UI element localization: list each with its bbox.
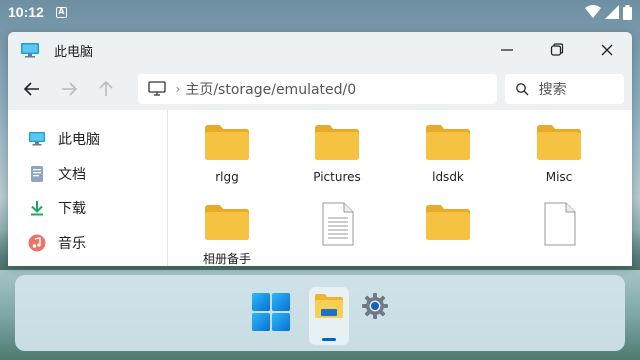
close-button[interactable] [582,32,632,68]
folder-icon [426,125,470,160]
download-icon [31,201,43,216]
file-name: Misc [545,170,573,184]
minimize-button[interactable] [482,32,532,68]
music-icon [28,234,46,252]
monitor-icon [29,132,45,146]
computer-icon [147,81,166,96]
arrow-right-icon [61,82,77,96]
start-button[interactable] [251,287,291,345]
back-button[interactable] [16,73,47,105]
file-grid: rlgg Pictures ldsdk Misc 相册备手 [168,110,632,266]
sidebar: 此电脑 文档 下载 音乐 [8,110,168,266]
sidebar-item-music[interactable]: 音乐 [8,226,167,261]
folder-icon [205,125,249,160]
document-icon [31,165,43,182]
file-name: rlgg [215,170,239,184]
file-item[interactable] [292,202,382,254]
file-item[interactable] [514,202,604,254]
search-placeholder: 搜索 [538,82,567,98]
sidebar-item-label: 下载 [58,201,86,218]
search-input[interactable]: 搜索 [504,74,624,104]
sidebar-item-downloads[interactable]: 下载 [8,191,167,226]
sidebar-item-label: 此电脑 [58,132,100,149]
arrow-up-icon [99,80,113,96]
file-explorer-icon [315,294,343,318]
file-icon [544,202,576,246]
folder-item[interactable]: Pictures [292,122,382,184]
folder-item[interactable]: Misc [514,122,604,184]
sidebar-item-this-pc[interactable]: 此电脑 [8,122,167,157]
folder-item[interactable] [403,202,493,250]
active-indicator [322,338,336,341]
notification-app-icon: A [55,6,67,18]
content-area: 此电脑 文档 下载 音乐 rlgg Pictures ldsdk Misc 相册… [8,110,632,266]
folder-icon [537,125,581,160]
battery-icon [623,4,632,20]
sidebar-item-label: 文档 [58,166,86,183]
navigation-toolbar: › 主页/storage/emulated/0 搜索 [8,68,632,110]
address-path: 主页/storage/emulated/0 [185,82,357,98]
breadcrumb-chevron-icon: › [175,82,181,96]
address-bar[interactable]: › 主页/storage/emulated/0 [137,74,497,104]
taskbar [15,275,625,351]
maximize-button[interactable] [532,32,582,68]
folder-icon [205,205,249,240]
signal-icon [605,5,619,19]
file-explorer-window: 此电脑 › 主页/storage/emulated/0 搜索 此电脑 文档 下载… [8,32,632,266]
close-icon [601,44,613,56]
status-time: 10:12 [8,4,44,20]
windows-logo-icon [251,292,291,332]
folder-item[interactable]: 相册备手 [182,202,272,266]
file-name: ldsdk [432,170,464,184]
folder-icon [315,125,359,160]
forward-button[interactable] [53,73,84,105]
arrow-left-icon [23,82,39,96]
monitor-icon [21,43,39,58]
file-name: Pictures [313,170,361,184]
document-file-icon [322,202,354,246]
sidebar-item-label: 音乐 [58,235,86,252]
window-title: 此电脑 [54,44,94,60]
up-button[interactable] [90,73,121,105]
folder-icon [426,205,470,240]
title-bar[interactable]: 此电脑 [8,32,632,68]
wifi-icon [585,5,601,18]
folder-item[interactable]: ldsdk [403,122,493,184]
status-bar: 10:12 A [0,0,640,24]
gear-icon [362,293,388,319]
file-explorer-button[interactable] [309,287,349,345]
minimize-icon [501,49,513,51]
restore-icon [550,43,564,56]
search-icon [515,83,529,96]
settings-button[interactable] [355,287,395,345]
file-name: 相册备手 [202,252,251,266]
sidebar-item-documents[interactable]: 文档 [8,157,167,192]
folder-item[interactable]: rlgg [182,122,272,184]
